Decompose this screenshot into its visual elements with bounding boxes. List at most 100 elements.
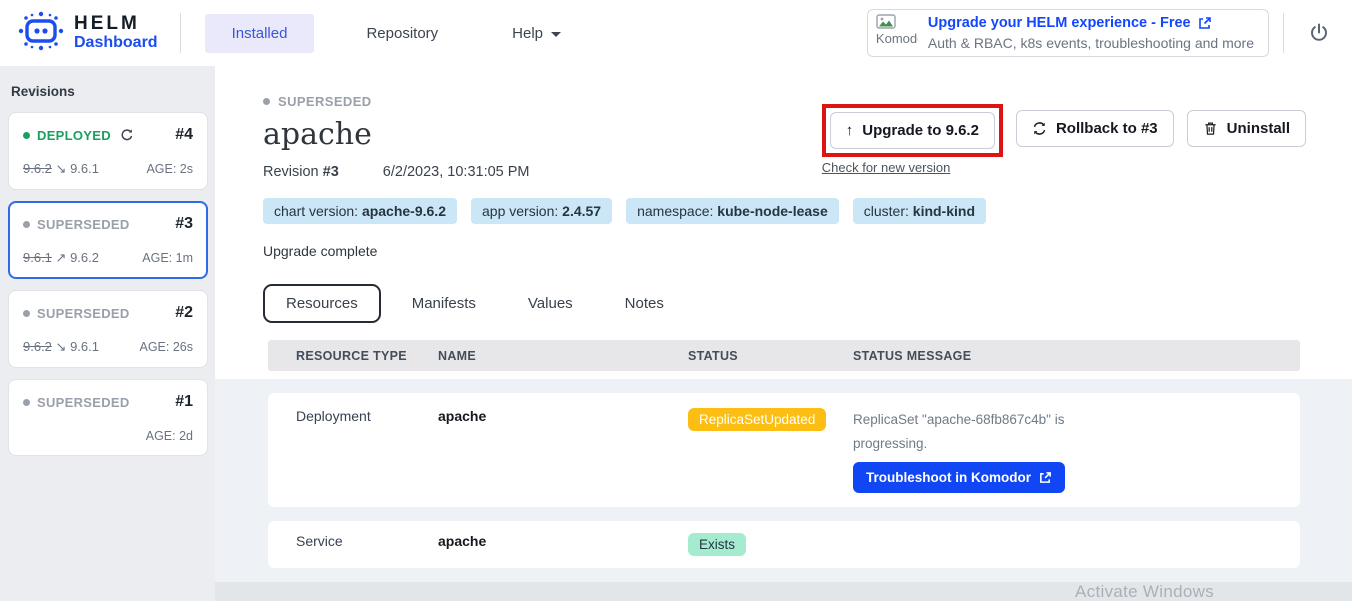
komodor-upgrade-banner[interactable]: Komodor Upgrade your HELM experience - F… [867, 9, 1269, 57]
revision-date: 6/2/2023, 10:31:05 PM [383, 164, 530, 180]
meta-badges: chart version: apache-9.6.2 app version:… [263, 198, 1304, 224]
nav-tab-installed[interactable]: Installed [205, 14, 315, 53]
logo-subtitle: Dashboard [74, 34, 158, 52]
up-arrow-icon: ↑ [846, 122, 854, 139]
check-new-version-link[interactable]: Check for new version [822, 160, 1003, 175]
resource-name-cell: apache [438, 408, 688, 424]
tab-resources[interactable]: Resources [263, 284, 381, 323]
detail-tabs: Resources Manifests Values Notes [263, 284, 1304, 323]
revision-age: AGE: 2d [146, 429, 193, 443]
resource-name-cell: apache [438, 533, 688, 549]
revision-number: #2 [175, 304, 193, 322]
tab-values[interactable]: Values [507, 286, 594, 321]
revisions-sidebar: Revisions DEPLOYED #4 [0, 66, 215, 601]
navbar-divider-2 [1283, 13, 1284, 53]
logo-text: HELM Dashboard [74, 14, 158, 52]
version-arrow-icon: ↘ [56, 339, 67, 354]
helm-dashboard-app: HELM Dashboard Installed Repository Help [0, 0, 1352, 601]
logo-title: HELM [74, 14, 158, 34]
rollback-icon [1032, 121, 1047, 136]
nav-tab-help[interactable]: Help [490, 14, 583, 53]
revision-card-2[interactable]: SUPERSEDED #2 9.6.2 ↘ 9.6.1 AGE: 26s [8, 290, 208, 368]
banner-title[interactable]: Upgrade your HELM experience - Free [928, 13, 1254, 33]
revision-card-3[interactable]: SUPERSEDED #3 9.6.1 ↗ 9.6.2 AGE: 1m [8, 201, 208, 279]
version-change: 9.6.2 ↘ 9.6.1 [23, 339, 99, 355]
nav-tab-repository[interactable]: Repository [344, 14, 460, 53]
troubleshoot-button[interactable]: Troubleshoot in Komodor [853, 462, 1065, 493]
status-badge: Exists [688, 533, 746, 556]
nav-items: Installed Repository Help [205, 14, 583, 53]
komodor-broken-image: Komodor [876, 14, 918, 52]
power-icon [1308, 22, 1330, 44]
top-navbar: HELM Dashboard Installed Repository Help [0, 0, 1352, 66]
col-header-resource-type: RESOURCE TYPE [268, 349, 438, 363]
resources-table: RESOURCE TYPE NAME STATUS STATUS MESSAGE… [215, 340, 1352, 582]
version-arrow-icon: ↘ [56, 161, 67, 176]
banner-subtitle: Auth & RBAC, k8s events, troubleshooting… [928, 33, 1254, 53]
col-header-name: NAME [438, 349, 688, 363]
release-description: Upgrade complete [263, 243, 1304, 259]
resource-status-cell: ReplicaSetUpdated [688, 408, 853, 431]
release-actions: ↑ Upgrade to 9.6.2 Check for new version… [822, 104, 1306, 175]
broken-image-icon [876, 14, 896, 31]
revision-status: DEPLOYED [23, 128, 134, 143]
revision-card-1[interactable]: SUPERSEDED #1 AGE: 2d [8, 379, 208, 456]
revision-age: AGE: 1m [142, 251, 193, 265]
status-dot-icon [23, 399, 30, 406]
uninstall-button[interactable]: Uninstall [1187, 110, 1306, 147]
chart-version-badge: chart version: apache-9.6.2 [263, 198, 457, 224]
chevron-down-icon [551, 32, 561, 37]
release-detail-panel: ↑ Upgrade to 9.6.2 Check for new version… [215, 66, 1352, 601]
help-label: Help [512, 25, 543, 42]
revision-status: SUPERSEDED [23, 306, 130, 321]
sidebar-title: Revisions [11, 84, 208, 99]
status-message-text: ReplicaSet "apache-68fb867c4b" is progre… [853, 408, 1083, 456]
upgrade-button-label: Upgrade to 9.6.2 [862, 122, 979, 139]
revision-status: SUPERSEDED [23, 217, 130, 232]
revision-number: #4 [175, 126, 193, 144]
status-dot-icon [23, 310, 30, 317]
version-change: 9.6.2 ↘ 9.6.1 [23, 161, 99, 177]
revision-age: AGE: 2s [146, 162, 193, 176]
app-version-badge: app version: 2.4.57 [471, 198, 612, 224]
helm-dashboard-logo[interactable]: HELM Dashboard [18, 10, 158, 57]
revision-age: AGE: 26s [140, 340, 194, 354]
resource-type-cell: Deployment [268, 408, 438, 424]
revision-label: Revision #3 [263, 164, 339, 180]
uninstall-button-label: Uninstall [1227, 120, 1290, 137]
col-header-status: STATUS [688, 349, 853, 363]
namespace-badge: namespace: kube-node-lease [626, 198, 839, 224]
revision-number: #3 [175, 215, 193, 233]
status-dot-icon [263, 98, 270, 105]
tab-manifests[interactable]: Manifests [391, 286, 497, 321]
komodor-alt-text: Komodor [876, 31, 918, 46]
table-row: Deployment apache ReplicaSetUpdated Repl… [268, 393, 1300, 507]
banner-text: Upgrade your HELM experience - Free Auth… [928, 13, 1254, 53]
status-badge: ReplicaSetUpdated [688, 408, 826, 431]
rollback-button-label: Rollback to #3 [1056, 120, 1158, 137]
external-link-icon [1198, 16, 1212, 30]
external-link-icon [1039, 471, 1052, 484]
status-dot-icon [23, 132, 30, 139]
navbar-divider [180, 13, 181, 53]
navbar-right: Komodor Upgrade your HELM experience - F… [867, 9, 1338, 57]
table-row: Service apache Exists [268, 521, 1300, 568]
power-button[interactable] [1308, 22, 1330, 44]
col-header-status-message: STATUS MESSAGE [853, 349, 1300, 363]
rollback-button[interactable]: Rollback to #3 [1016, 110, 1174, 147]
table-rows-area: Deployment apache ReplicaSetUpdated Repl… [215, 379, 1352, 582]
revision-card-4[interactable]: DEPLOYED #4 9.6.2 ↘ 9.6. [8, 112, 208, 190]
helm-logo-icon [18, 10, 64, 57]
red-highlight-box: ↑ Upgrade to 9.6.2 [822, 104, 1003, 157]
tab-notes[interactable]: Notes [604, 286, 685, 321]
resource-type-cell: Service [268, 533, 438, 549]
revision-status: SUPERSEDED [23, 395, 130, 410]
version-arrow-icon: ↗ [56, 250, 67, 265]
banner-title-text: Upgrade your HELM experience - Free [928, 13, 1191, 33]
resource-status-cell: Exists [688, 533, 853, 556]
revision-number: #1 [175, 393, 193, 411]
reload-icon[interactable] [120, 128, 134, 142]
cluster-badge: cluster: kind-kind [853, 198, 986, 224]
version-change: 9.6.1 ↗ 9.6.2 [23, 250, 99, 266]
upgrade-button[interactable]: ↑ Upgrade to 9.6.2 [830, 112, 995, 149]
